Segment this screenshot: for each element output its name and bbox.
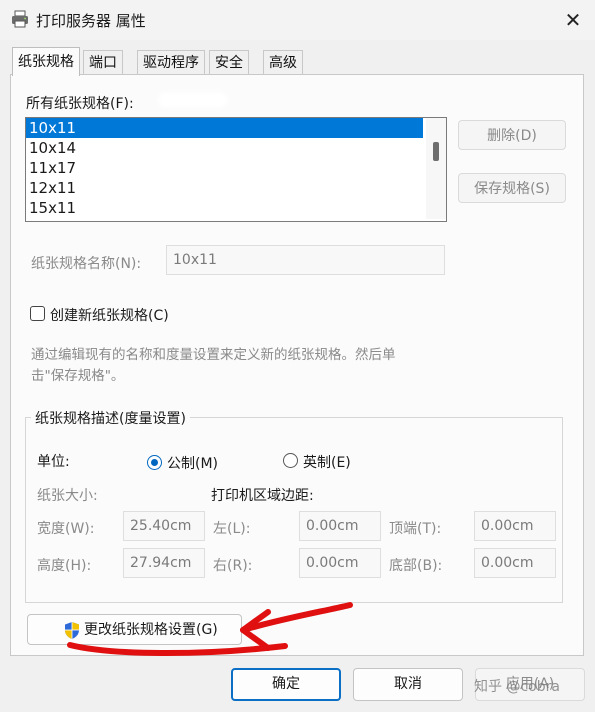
redaction-blur [158, 92, 228, 108]
right-margin-field[interactable]: 0.00cm [299, 548, 381, 578]
title-bar: 打印服务器 属性 ✕ [0, 0, 595, 40]
form-name-label: 纸张规格名称(N): [31, 256, 142, 272]
list-scrollbar[interactable] [426, 118, 446, 219]
left-margin-label: 左(L): [213, 521, 251, 537]
watermark: 知乎 @cobra [474, 679, 560, 695]
save-form-button[interactable]: 保存规格(S) [458, 173, 566, 203]
description-title: 纸张规格描述(度量设置) [31, 408, 190, 428]
top-margin-label: 顶端(T): [389, 521, 442, 537]
create-new-label: 创建新纸张规格(C) [50, 308, 169, 324]
bottom-margin-label: 底部(B): [389, 558, 443, 574]
tab-drivers[interactable]: 驱动程序 [137, 50, 205, 75]
form-name-field[interactable]: 10x11 [166, 245, 445, 275]
height-field[interactable]: 27.94cm [123, 548, 205, 578]
list-item[interactable]: 15x11 [26, 198, 446, 218]
printer-icon [12, 10, 28, 28]
hint-line-1: 通过编辑现有的名称和度量设置来定义新的纸张规格。然后单 [31, 347, 396, 363]
unit-label: 单位: [37, 454, 70, 470]
cancel-button[interactable]: 取消 [353, 668, 463, 701]
change-settings-label: 更改纸张规格设置(G) [84, 622, 218, 638]
tab-advanced[interactable]: 高级 [263, 50, 303, 75]
printer-margins-label: 打印机区域边距: [211, 488, 314, 504]
list-item[interactable]: 12x11 [26, 178, 446, 198]
width-field[interactable]: 25.40cm [123, 511, 205, 541]
width-label: 宽度(W): [37, 521, 95, 537]
english-label: 英制(E) [303, 455, 351, 471]
tab-forms[interactable]: 纸张规格 [12, 47, 80, 76]
tab-ports[interactable]: 端口 [83, 50, 123, 75]
all-forms-label: 所有纸张规格(F): [26, 96, 134, 112]
forms-listbox[interactable]: 10x11 10x14 11x17 12x11 15x11 [25, 117, 447, 222]
english-radio[interactable] [283, 453, 298, 468]
delete-button[interactable]: 删除(D) [458, 120, 566, 150]
height-label: 高度(H): [37, 558, 92, 574]
list-item[interactable]: 11x17 [26, 158, 446, 178]
create-new-checkbox[interactable] [30, 306, 45, 321]
left-margin-field[interactable]: 0.00cm [299, 511, 381, 541]
list-item[interactable]: 10x11 [26, 118, 423, 138]
window-title: 打印服务器 属性 [36, 12, 146, 30]
paper-size-label: 纸张大小: [37, 488, 98, 504]
list-item[interactable]: 10x14 [26, 138, 446, 158]
ok-button[interactable]: 确定 [231, 668, 341, 701]
change-settings-button[interactable]: 更改纸张规格设置(G) [27, 614, 242, 645]
close-button[interactable]: ✕ [556, 4, 590, 36]
right-margin-label: 右(R): [213, 558, 253, 574]
uac-shield-icon [65, 622, 79, 639]
metric-label: 公制(M) [167, 456, 219, 472]
tab-security[interactable]: 安全 [209, 50, 249, 75]
top-margin-field[interactable]: 0.00cm [474, 511, 556, 541]
scrollbar-thumb[interactable] [433, 142, 439, 161]
bottom-margin-field[interactable]: 0.00cm [474, 548, 556, 578]
metric-radio[interactable] [147, 455, 162, 470]
hint-line-2: 击"保存规格"。 [31, 368, 125, 384]
